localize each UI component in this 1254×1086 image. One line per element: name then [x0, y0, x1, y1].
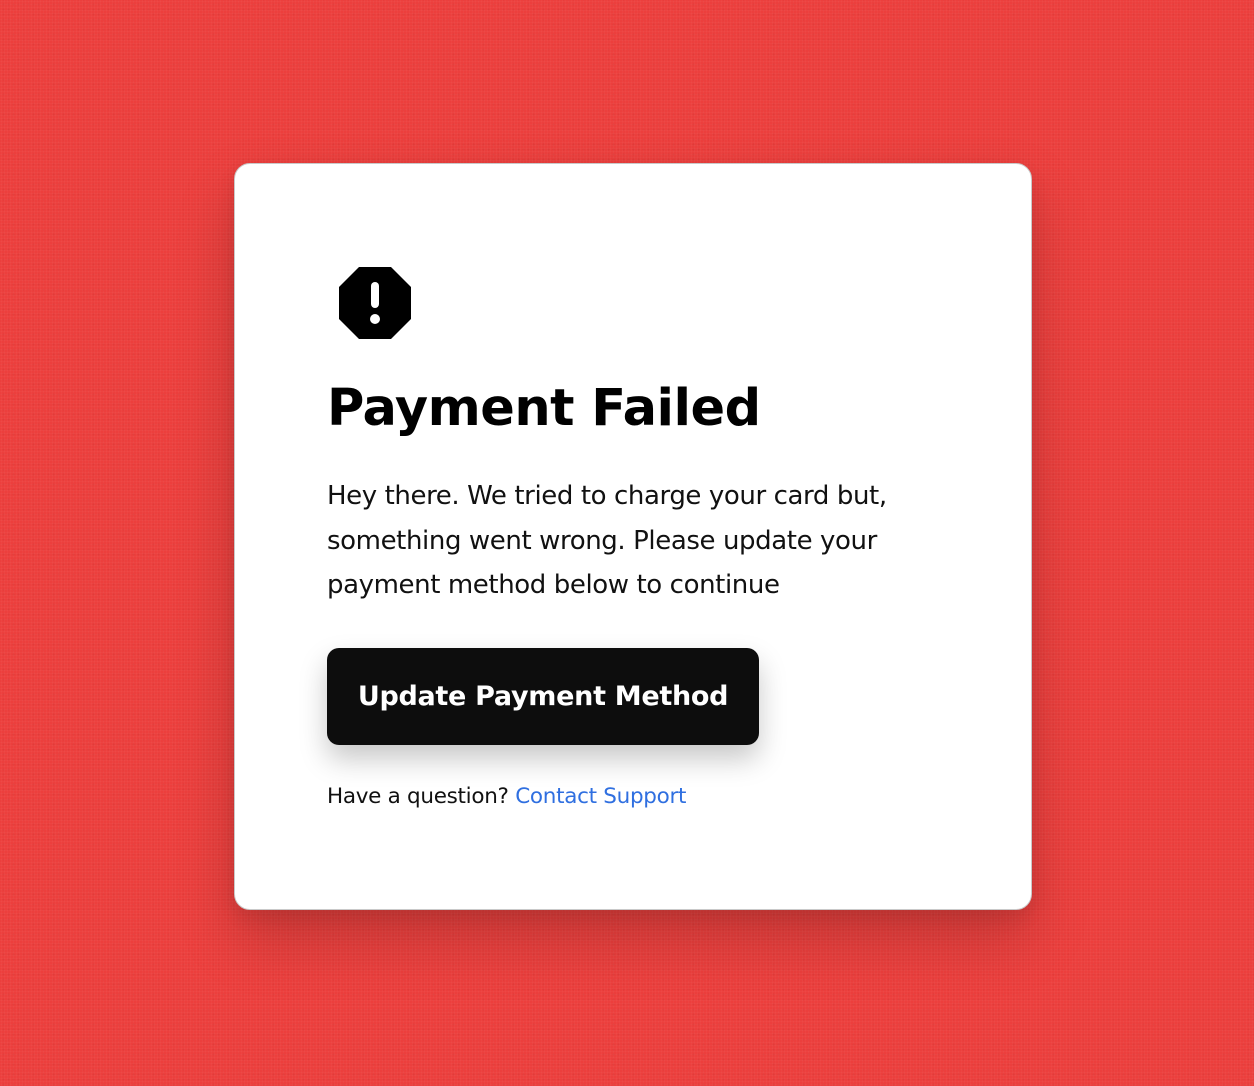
payment-failed-card: Payment Failed Hey there. We tried to ch… — [234, 163, 1032, 910]
help-text: Have a question? — [327, 784, 509, 809]
update-payment-method-button[interactable]: Update Payment Method — [327, 648, 759, 745]
help-line: Have a question? Contact Support — [327, 781, 686, 813]
page-title: Payment Failed — [327, 379, 761, 438]
contact-support-link[interactable]: Contact Support — [515, 784, 686, 809]
octagon-alert-icon — [337, 265, 413, 341]
error-message: Hey there. We tried to charge your card … — [327, 481, 887, 600]
